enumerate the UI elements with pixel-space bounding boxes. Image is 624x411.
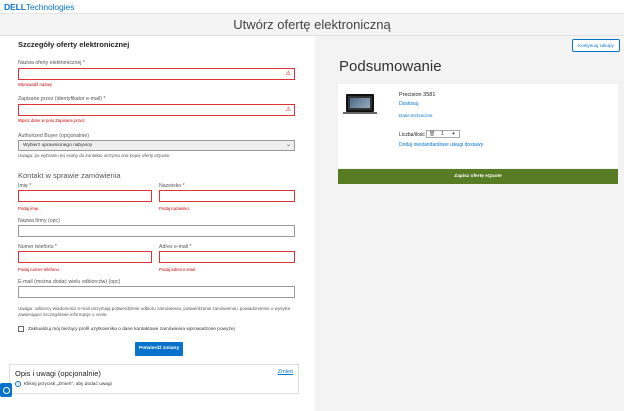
dell-logo[interactable]: DELLTechnologies: [4, 2, 74, 12]
chevron-down-icon: ⌄: [285, 142, 291, 148]
saved-by-error: Wpisz dane w polu Zapisane przez.: [18, 118, 86, 123]
notes-change-link[interactable]: Zmień: [278, 369, 293, 375]
phone-input[interactable]: [18, 251, 152, 263]
company-label: Nazwa firmy (opc): [18, 218, 60, 224]
page-title: Utwórz ofertę elektroniczną: [233, 17, 391, 32]
notes-info-text: Kliknij przycisk „Zmień”, aby dodać uwag…: [24, 382, 112, 387]
laptop-image: [346, 94, 374, 112]
quote-name-input[interactable]: ⚠: [18, 68, 295, 80]
email-label: Adres e-mail *: [159, 244, 192, 250]
emails-note: Uwaga: odbiorcy wiadomości e-mail otrzym…: [18, 306, 291, 317]
update-profile-checkbox[interactable]: [18, 326, 24, 332]
phone-error: Podaj numer telefonu.: [18, 267, 61, 272]
quote-name-label: Nazwa oferty elektronicznej *: [18, 60, 85, 66]
warning-icon: ⚠: [285, 71, 291, 77]
continue-shopping-button[interactable]: Kontynuuj zakupy: [572, 39, 620, 52]
quote-name-error: Wprowadź nazwę: [18, 82, 52, 87]
last-name-label: Nazwisko *: [159, 183, 185, 189]
order-contact-title: Kontakt w sprawie zamówienia: [18, 171, 121, 180]
product-card: Precision 3581 Dostosuj Dane techniczne …: [338, 84, 618, 168]
trash-icon[interactable]: 🗑: [429, 131, 435, 137]
summary-pane: Kontynuuj zakupy Podsumowanie Precision …: [315, 36, 624, 411]
first-name-error: Podaj imię.: [18, 206, 40, 211]
add-delivery-services-link[interactable]: Dodaj niestandardowe usługi dostawy: [399, 142, 483, 148]
info-icon: i: [15, 381, 21, 387]
first-name-label: Imię *: [18, 183, 32, 189]
email-input[interactable]: [159, 251, 295, 263]
quantity-stepper[interactable]: 🗑 1 +: [426, 130, 460, 138]
customize-link[interactable]: Dostosuj: [399, 101, 418, 107]
product-name: Precision 3581: [399, 92, 436, 98]
notes-section: Opis i uwagi (opcjonalnie) Zmień i Klikn…: [9, 364, 299, 394]
last-name-input[interactable]: [159, 190, 295, 202]
confirm-changes-button[interactable]: Potwierdź zmiany: [135, 342, 183, 356]
help-icon[interactable]: [0, 383, 12, 397]
notes-title: Opis i uwagi (opcjonalnie): [15, 369, 101, 378]
laptop-base: [343, 112, 377, 114]
first-name-input[interactable]: [18, 190, 152, 202]
quantity-label: Liczba/ilość: [399, 132, 425, 138]
authorized-buyer-select[interactable]: Wybierz uprawnionego nabywcę ⌄: [18, 140, 295, 151]
save-equote-button[interactable]: Zapisz ofertę eQuote: [338, 169, 618, 184]
warning-icon: ⚠: [285, 107, 291, 113]
company-input[interactable]: [18, 225, 295, 237]
quantity-value: 1: [441, 131, 444, 137]
phone-label: Numer telefonu *: [18, 244, 57, 250]
summary-title: Podsumowanie: [339, 58, 442, 75]
authorized-buyer-label: Authorized Buyer (opcjonalnie): [18, 133, 89, 139]
extra-emails-input[interactable]: [18, 286, 295, 298]
page-title-bar: Utwórz ofertę elektroniczną: [0, 14, 624, 36]
last-name-error: Podaj nazwisko.: [159, 206, 191, 211]
plus-icon[interactable]: +: [452, 131, 455, 137]
email-error: Podaj adres e-mail.: [159, 267, 197, 272]
update-profile-label: Zaktualizuj mój bieżący profil użytkowni…: [28, 327, 235, 332]
quote-form-pane: Szczegóły oferty elektronicznej Nazwa of…: [9, 36, 309, 411]
saved-by-input[interactable]: ⚠: [18, 104, 295, 116]
authorized-buyer-value: Wybierz uprawnionego nabywcę: [23, 143, 93, 148]
tech-data-link[interactable]: Dane techniczne: [399, 113, 433, 118]
quote-details-title: Szczegóły oferty elektronicznej: [18, 40, 130, 49]
saved-by-label: Zapisane przez (identyfikator e-mail) *: [18, 96, 106, 102]
authorized-buyer-note: Uwaga: po wybraniu tej osoby do kontaktu…: [18, 153, 171, 158]
extra-emails-label: E-mail (można dodać wielu odbiorców) (op…: [18, 279, 121, 285]
top-bar: DELLTechnologies: [0, 0, 624, 14]
